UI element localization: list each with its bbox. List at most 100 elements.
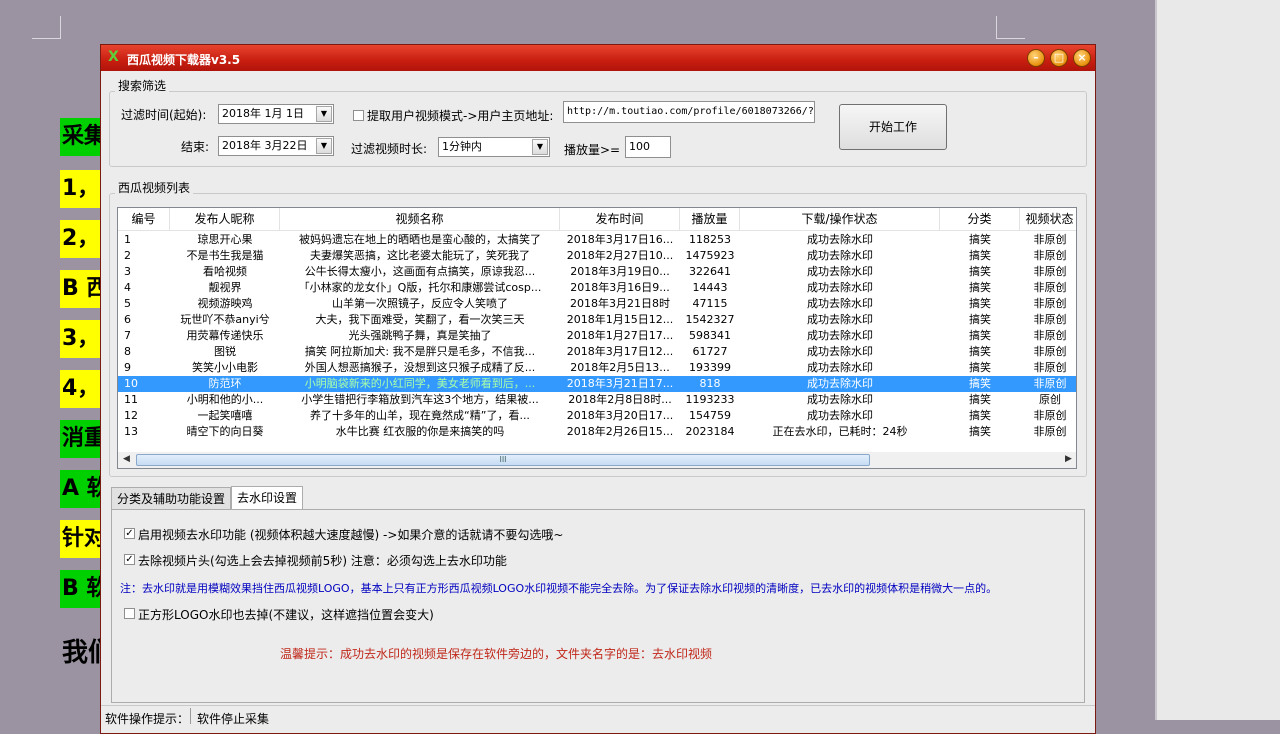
cell-col-category: 搞笑	[969, 297, 991, 310]
cell-col-title: 光头强跳鸭子舞，真是笑抽了	[348, 329, 492, 342]
cell-col-views: 14443	[692, 281, 728, 294]
cell-col-id: 5	[124, 297, 131, 310]
cell-col-title: 养了十多年的山羊，现在竟然成“精”了，看...	[310, 409, 530, 422]
remove-head-checkbox[interactable]: ✓	[124, 554, 135, 565]
enable-watermark-checkbox[interactable]: ✓	[124, 528, 135, 539]
user-mode-checkbox[interactable]	[353, 110, 364, 121]
header-col-author[interactable]: 发布人昵称	[170, 208, 280, 230]
table-row[interactable]: 4 靓视界 「小林家的龙女仆」Q版，托尔和康娜尝试cosp... 2018年3月16日…	[118, 280, 1076, 296]
cell-col-id: 12	[124, 409, 138, 422]
cell-col-title: 夫妻爆笑恶搞，这比老婆太能玩了，笑死我了	[310, 249, 530, 262]
cell-col-status: 成功去除水印	[807, 377, 873, 390]
table-row[interactable]: 11 小明和他的小... 小学生错把行李箱放到汽车这3个地方，结果被... 2018年…	[118, 392, 1076, 408]
cell-col-category: 搞笑	[969, 329, 991, 342]
cell-col-status: 成功去除水印	[807, 313, 873, 326]
end-date-picker[interactable]: 2018年 3月22日 ▼	[218, 136, 334, 156]
tab-watermark-settings[interactable]: 去水印设置	[231, 486, 304, 510]
cell-col-views: 1542327	[685, 313, 735, 326]
table-row[interactable]: 10 防范环 小明脑袋新来的小红同学，美女老师看到后，... 2018年3月21日17…	[118, 376, 1076, 392]
table-row[interactable]: 9 笑笑小小电影 外国人想恶搞猴子，没想到这只猴子成精了反... 2018年2月5日1…	[118, 360, 1076, 376]
user-url-input[interactable]: http://m.toutiao.com/profile/6018073266/…	[563, 101, 815, 123]
chevron-down-icon[interactable]: ▼	[316, 106, 332, 122]
enable-watermark-label[interactable]: 启用视频去水印功能 (视频体积越大速度越慢) ->如果介意的话就请不要勾选哦~	[138, 526, 563, 543]
cell-col-views: 61727	[692, 345, 728, 358]
cell-col-video-state: 非原创	[1033, 297, 1067, 310]
cell-col-status: 成功去除水印	[807, 281, 873, 294]
document-divider	[1155, 0, 1157, 720]
scrollbar-thumb[interactable]: III	[136, 454, 870, 466]
cell-col-date: 2018年3月16日9...	[570, 281, 670, 294]
user-mode-label[interactable]: 提取用户视频模式->用户主页地址:	[367, 107, 553, 124]
header-col-date[interactable]: 发布时间	[560, 208, 680, 230]
table-row[interactable]: 7 用荧幕传递快乐 光头强跳鸭子舞，真是笑抽了 2018年1月27日17... 5983…	[118, 328, 1076, 344]
table-row[interactable]: 12 一起笑嘻嘻 养了十多年的山羊，现在竟然成“精”了，看... 2018年3月20日…	[118, 408, 1076, 424]
start-time-label: 过滤时间(起始):	[121, 108, 207, 122]
duration-select[interactable]: 1分钟内 ▼	[438, 137, 550, 157]
watermark-note: 注：去水印就是用模糊效果挡住西瓜视频LOGO，基本上只有正方形西瓜视频LOGO水…	[120, 582, 998, 595]
watermark-settings-panel: ✓ 启用视频去水印功能 (视频体积越大速度越慢) ->如果介意的话就请不要勾选哦…	[111, 509, 1085, 703]
cell-col-status: 正在去水印，已耗时：24秒	[772, 425, 908, 438]
square-logo-checkbox[interactable]	[124, 608, 135, 619]
cell-col-views: 1193233	[685, 393, 735, 406]
start-date-picker[interactable]: 2018年 1月 1日 ▼	[218, 104, 334, 124]
maximize-button[interactable]: □	[1050, 49, 1068, 67]
cell-col-title: 外国人想恶搞猴子，没想到这只猴子成精了反...	[304, 361, 536, 374]
cell-col-video-state: 非原创	[1033, 265, 1067, 278]
cell-col-status: 成功去除水印	[807, 265, 873, 278]
cell-col-author: 图锐	[214, 345, 236, 358]
cell-col-status: 成功去除水印	[807, 233, 873, 246]
cell-col-author: 一起笑嘻嘻	[197, 409, 253, 422]
cell-col-views: 118253	[689, 233, 731, 246]
cell-col-status: 成功去除水印	[807, 361, 873, 374]
table-row[interactable]: 13 晴空下的向日葵 水牛比赛 红衣服的你是来搞笑的吗 2018年2月26日15...…	[118, 424, 1076, 440]
cell-col-video-state: 非原创	[1033, 377, 1067, 390]
header-col-video-state[interactable]: 视频状态	[1020, 208, 1076, 230]
scroll-right-icon[interactable]: ▶	[1065, 454, 1072, 464]
cell-col-author: 晴空下的向日葵	[186, 425, 264, 438]
cell-col-views: 598341	[689, 329, 731, 342]
chevron-down-icon[interactable]: ▼	[316, 138, 332, 154]
header-col-title[interactable]: 视频名称	[280, 208, 560, 230]
cell-col-views: 1475923	[685, 249, 735, 262]
header-col-category[interactable]: 分类	[940, 208, 1020, 230]
cell-col-author: 笑笑小小电影	[192, 361, 258, 374]
table-row[interactable]: 2 不是书生我是猫 夫妻爆笑恶搞，这比老婆太能玩了，笑死我了 2018年2月27日10…	[118, 248, 1076, 264]
table-row[interactable]: 5 视频游映鸡 山羊第一次照镜子，反应令人笑喷了 2018年3月21日8时 47115 成…	[118, 296, 1076, 312]
cell-col-title: 「小林家的龙女仆」Q版，托尔和康娜尝试cosp...	[298, 281, 542, 294]
cell-col-title: 搞笑 阿拉斯加犬: 我不是胖只是毛多，不信我...	[304, 345, 536, 358]
cell-col-date: 2018年3月17日16...	[566, 233, 674, 246]
square-logo-label[interactable]: 正方形LOGO水印也去掉(不建议，这样遮挡位置会变大)	[138, 606, 434, 623]
cell-col-id: 4	[124, 281, 131, 294]
minimize-button[interactable]: –	[1027, 49, 1045, 67]
cell-col-title: 小明脑袋新来的小红同学，美女老师看到后，...	[304, 377, 536, 390]
chevron-down-icon[interactable]: ▼	[532, 139, 548, 155]
horizontal-scrollbar[interactable]: ◀ III ▶	[118, 452, 1076, 468]
table-row[interactable]: 8 图锐 搞笑 阿拉斯加犬: 我不是胖只是毛多，不信我... 2018年3月17日12…	[118, 344, 1076, 360]
table-row[interactable]: 3 看哈视频 公牛长得太瘦小，这画面有点搞笑，原谅我忍... 2018年3月19日0.…	[118, 264, 1076, 280]
views-label: 播放量>=	[564, 143, 621, 157]
title-bar[interactable]: X 西瓜视频下载器v3.5 – □ ×	[101, 45, 1095, 71]
status-label: 软件操作提示：	[105, 712, 190, 726]
header-col-views[interactable]: 播放量	[680, 208, 740, 230]
cell-col-category: 搞笑	[969, 313, 991, 326]
search-filter-title: 搜索筛选	[115, 77, 170, 94]
app-logo-icon: X	[108, 49, 119, 65]
remove-head-label[interactable]: 去除视频片头(勾选上会去掉视频前5秒) 注意：必须勾选上去水印功能	[138, 552, 507, 569]
cell-col-date: 2018年1月15日12...	[566, 313, 674, 326]
cell-col-video-state: 非原创	[1033, 329, 1067, 342]
scroll-left-icon[interactable]: ◀	[123, 454, 130, 464]
views-input[interactable]: 100	[625, 136, 671, 158]
window-title: 西瓜视频下载器v3.5	[127, 53, 241, 67]
cell-col-category: 搞笑	[969, 361, 991, 374]
close-button[interactable]: ×	[1073, 49, 1091, 67]
tab-category-settings[interactable]: 分类及辅助功能设置	[111, 487, 232, 509]
start-work-button[interactable]: 开始工作	[839, 104, 947, 150]
header-col-id[interactable]: 编号	[118, 208, 170, 230]
cell-col-views: 154759	[689, 409, 731, 422]
cell-col-id: 2	[124, 249, 131, 262]
cell-col-title: 大夫，我下面难受，笑翻了，看一次笑三天	[315, 313, 525, 326]
video-table[interactable]: 编号 发布人昵称 视频名称 发布时间 播放量 下载/操作状态 分类 视频状态 1 琼思开心果 被妈…	[117, 207, 1077, 469]
table-row[interactable]: 1 琼思开心果 被妈妈遗忘在地上的晒晒也是蛮心酸的，太搞笑了 2018年3月17日16…	[118, 232, 1076, 248]
header-col-status[interactable]: 下载/操作状态	[740, 208, 940, 230]
table-row[interactable]: 6 玩世吖不恭anyi兮 大夫，我下面难受，笑翻了，看一次笑三天 2018年1月15日…	[118, 312, 1076, 328]
